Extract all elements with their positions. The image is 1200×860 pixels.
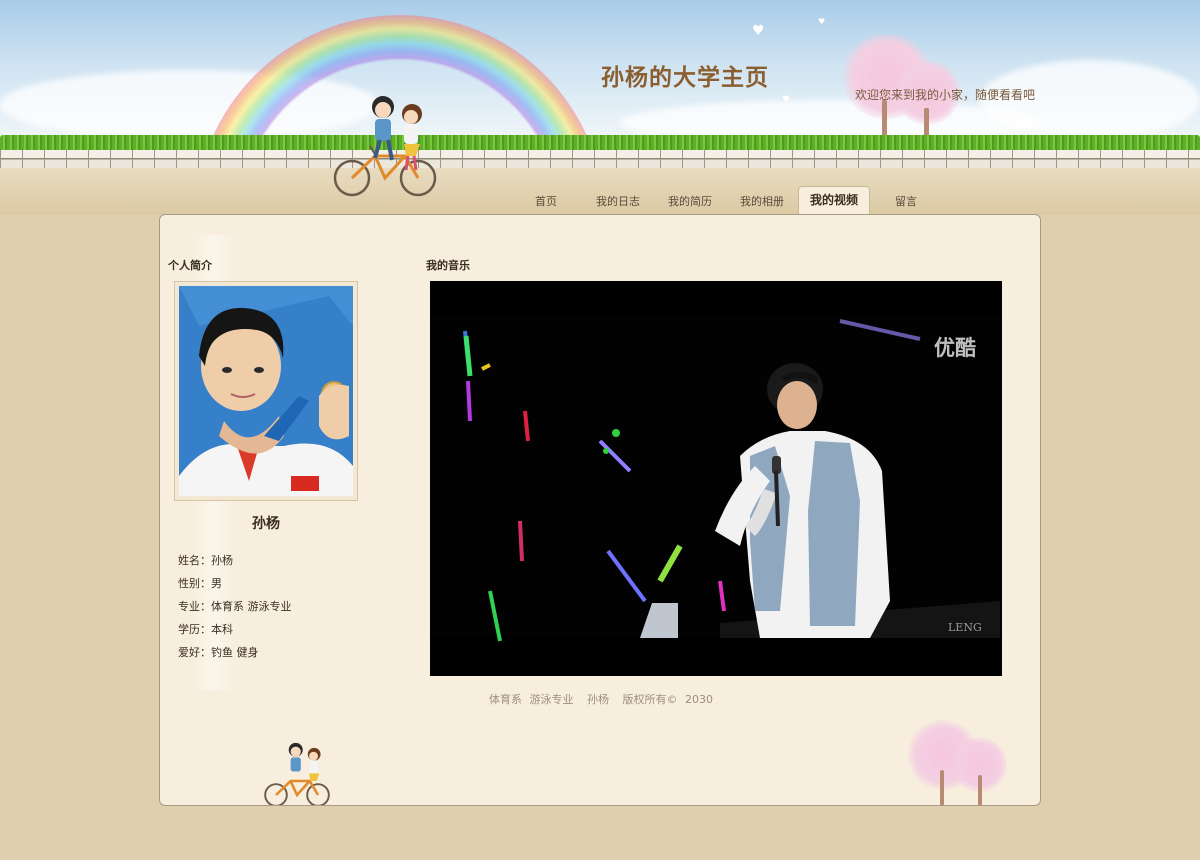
svg-text:LENG: LENG — [948, 621, 982, 634]
site-title: 孙杨的大学主页 — [601, 65, 769, 91]
field-value: 体育系 游泳专业 — [211, 600, 292, 613]
tree-trunk — [882, 100, 887, 138]
field-label: 姓名： — [178, 554, 211, 567]
profile-field-major: 专业： 体育系 游泳专业 — [178, 599, 378, 622]
profile-photo-frame — [174, 281, 358, 501]
nav-item-home[interactable]: 首页 — [510, 189, 582, 215]
field-label: 性别： — [178, 577, 211, 590]
tree-trunk — [924, 108, 929, 138]
main-nav: 首页 我的日志 我的简历 我的相册 我的视频 留言 — [510, 186, 942, 215]
footer-name: 孙杨 — [587, 693, 609, 706]
nav-item-guestbook[interactable]: 留言 — [870, 189, 942, 215]
field-label: 爱好： — [178, 646, 211, 659]
profile-name: 孙杨 — [252, 516, 280, 532]
site-tagline: 欢迎您来到我的小家，随便看看吧 — [854, 88, 1035, 102]
heart-icon: ♥ — [818, 17, 826, 26]
footer-copyright: 版权所有© 2030 — [622, 693, 714, 706]
video-frame: 优酷 LENG — [430, 281, 1002, 676]
footer: 体育系 游泳专业 孙杨 版权所有© 2030 — [160, 691, 1040, 707]
tree-trunk — [940, 770, 944, 805]
field-value: 男 — [211, 577, 222, 590]
cyclist-couple-illustration — [333, 96, 437, 197]
footer-department: 体育系 游泳专业 — [489, 693, 574, 706]
nav-item-resume[interactable]: 我的简历 — [654, 189, 726, 215]
profile-info-list: 姓名： 孙杨 性别： 男 专业： 体育系 游泳专业 学历： 本科 爱好： 钓鱼 … — [178, 553, 378, 668]
profile-field-hobbies: 爱好： 钓鱼 健身 — [178, 645, 378, 668]
content-panel: 个人简介 孙杨 姓名： 孙杨 性别： 男 专业： 体育系 游泳专业 学历： 本科… — [159, 214, 1041, 806]
field-value: 钓鱼 健身 — [211, 646, 259, 659]
field-value: 本科 — [211, 623, 233, 636]
profile-field-gender: 性别： 男 — [178, 576, 378, 599]
heart-icon: ♥ — [782, 95, 791, 105]
profile-photo — [179, 286, 353, 496]
profile-field-education: 学历： 本科 — [178, 622, 378, 645]
video-player[interactable]: 优酷 LENG — [430, 281, 1002, 676]
heart-icon: ♥ — [752, 23, 765, 39]
tree-trunk — [978, 775, 982, 805]
profile-section-title: 个人简介 — [168, 259, 212, 272]
nav-item-video[interactable]: 我的视频 — [798, 186, 870, 215]
nav-item-album[interactable]: 我的相册 — [726, 189, 798, 215]
video-watermark: 优酷 — [934, 336, 976, 360]
field-label: 学历： — [178, 623, 211, 636]
header-banner: ♥ ♥ ♥ 孙杨的大学主页 欢迎您来到我的小家，随便看看吧 — [0, 0, 1200, 215]
stone-wall — [0, 150, 1200, 170]
music-section-title: 我的音乐 — [426, 259, 470, 272]
field-value: 孙杨 — [211, 554, 233, 567]
cyclist-couple-illustration-small — [264, 742, 330, 805]
portrait-illustration — [179, 286, 353, 496]
profile-field-name: 姓名： 孙杨 — [178, 553, 378, 576]
field-label: 专业： — [178, 600, 211, 613]
nav-item-blog[interactable]: 我的日志 — [582, 189, 654, 215]
